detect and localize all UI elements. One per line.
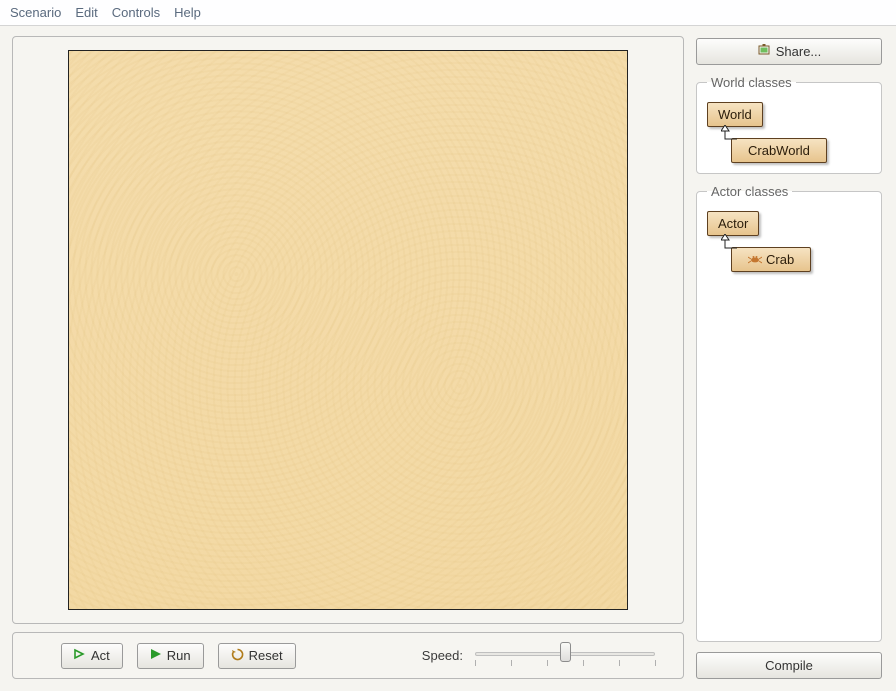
controls-panel: Act Run Reset Speed: <box>12 632 684 679</box>
play-icon <box>150 648 162 663</box>
menu-edit[interactable]: Edit <box>69 3 103 22</box>
act-label: Act <box>91 648 110 663</box>
compile-label: Compile <box>765 658 813 673</box>
class-crab[interactable]: Crab <box>731 247 811 272</box>
class-crabworld-label: CrabWorld <box>748 143 810 158</box>
hierarchy-connector <box>721 236 737 250</box>
left-column: Act Run Reset Speed: <box>12 36 684 679</box>
step-icon <box>74 648 86 663</box>
world-classes-group: World classes World CrabWorld <box>696 75 882 174</box>
reset-button[interactable]: Reset <box>218 643 296 669</box>
main-area: Act Run Reset Speed: <box>0 26 896 691</box>
class-crab-label: Crab <box>766 252 794 267</box>
menu-bar: Scenario Edit Controls Help <box>0 0 896 26</box>
class-crabworld[interactable]: CrabWorld <box>731 138 827 163</box>
class-actor-label: Actor <box>718 216 748 231</box>
class-world-label: World <box>718 107 752 122</box>
crab-icon <box>748 252 762 267</box>
share-button[interactable]: Share... <box>696 38 882 65</box>
act-button[interactable]: Act <box>61 643 123 669</box>
speed-label: Speed: <box>422 648 463 663</box>
world-panel <box>12 36 684 624</box>
class-world[interactable]: World <box>707 102 763 127</box>
speed-control: Speed: <box>422 642 655 670</box>
world-canvas[interactable] <box>68 50 628 610</box>
right-column: Share... World classes World CrabWorld <box>696 36 882 679</box>
compile-button-wrap: Compile <box>696 652 882 679</box>
menu-scenario[interactable]: Scenario <box>4 3 67 22</box>
share-label: Share... <box>776 44 822 59</box>
control-buttons: Act Run Reset <box>61 643 296 669</box>
run-button[interactable]: Run <box>137 643 204 669</box>
share-icon <box>757 43 771 60</box>
actor-classes-legend: Actor classes <box>707 184 792 199</box>
world-class-hierarchy: World CrabWorld <box>707 102 871 163</box>
world-classes-legend: World classes <box>707 75 796 90</box>
speed-thumb[interactable] <box>560 642 571 662</box>
hierarchy-connector <box>721 127 737 141</box>
actor-class-hierarchy: Actor <box>707 211 871 272</box>
run-label: Run <box>167 648 191 663</box>
class-actor[interactable]: Actor <box>707 211 759 236</box>
menu-controls[interactable]: Controls <box>106 3 166 22</box>
share-button-wrap: Share... <box>696 36 882 65</box>
menu-help[interactable]: Help <box>168 3 207 22</box>
speed-slider[interactable] <box>475 642 655 670</box>
actor-classes-group: Actor classes Actor <box>696 184 882 642</box>
reset-label: Reset <box>249 648 283 663</box>
compile-button[interactable]: Compile <box>696 652 882 679</box>
reset-icon <box>231 648 244 664</box>
